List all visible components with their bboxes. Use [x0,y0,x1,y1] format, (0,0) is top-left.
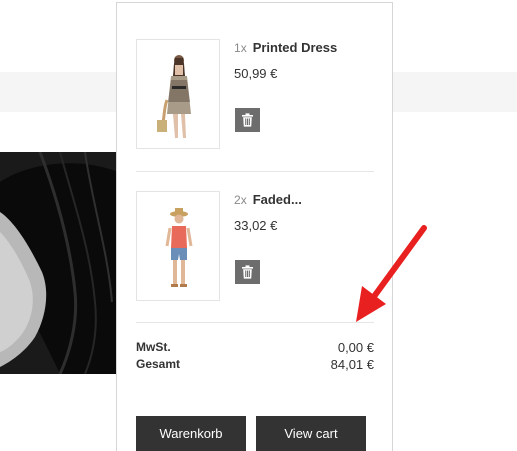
hero-image [0,152,118,374]
item-price: 50,99 € [234,66,278,81]
product-name[interactable]: Faded... [253,192,302,207]
page: 1x Printed Dress 50,99 € 2x Faded... 33,… [0,0,517,451]
item-quantity: 1x [234,41,247,55]
cart-button[interactable]: Warenkorb [136,416,246,451]
total-value: 84,01 € [330,357,374,372]
view-cart-button[interactable]: View cart [256,416,366,451]
cart-item: 2x Faded... 33,02 € [136,191,374,303]
item-title-line: 1x Printed Dress [234,40,337,55]
item-price: 33,02 € [234,218,278,233]
remove-item-button[interactable] [235,260,260,284]
item-quantity: 2x [234,193,247,207]
dress-image [157,55,191,138]
cart-totals: MwSt. 0,00 € Gesamt 84,01 € [136,340,374,374]
trash-icon [242,265,253,279]
item-title-line: 2x Faded... [234,192,302,207]
faded-shorts-image [165,208,193,287]
item-divider [136,171,374,172]
product-name[interactable]: Printed Dress [253,40,338,55]
cart-dropdown: 1x Printed Dress 50,99 € 2x Faded... 33,… [116,2,393,451]
product-thumbnail[interactable] [136,39,220,149]
total-label: Gesamt [136,357,181,371]
remove-item-button[interactable] [235,108,260,132]
tax-value: 0,00 € [337,340,374,355]
total-row: Gesamt 84,01 € [136,357,374,374]
trash-icon [242,113,253,127]
cart-item: 1x Printed Dress 50,99 € [136,39,374,151]
tax-row: MwSt. 0,00 € [136,340,374,357]
product-thumbnail[interactable] [136,191,220,301]
hero-photo [0,152,118,374]
totals-divider [136,322,374,323]
tax-label: MwSt. [136,340,171,354]
